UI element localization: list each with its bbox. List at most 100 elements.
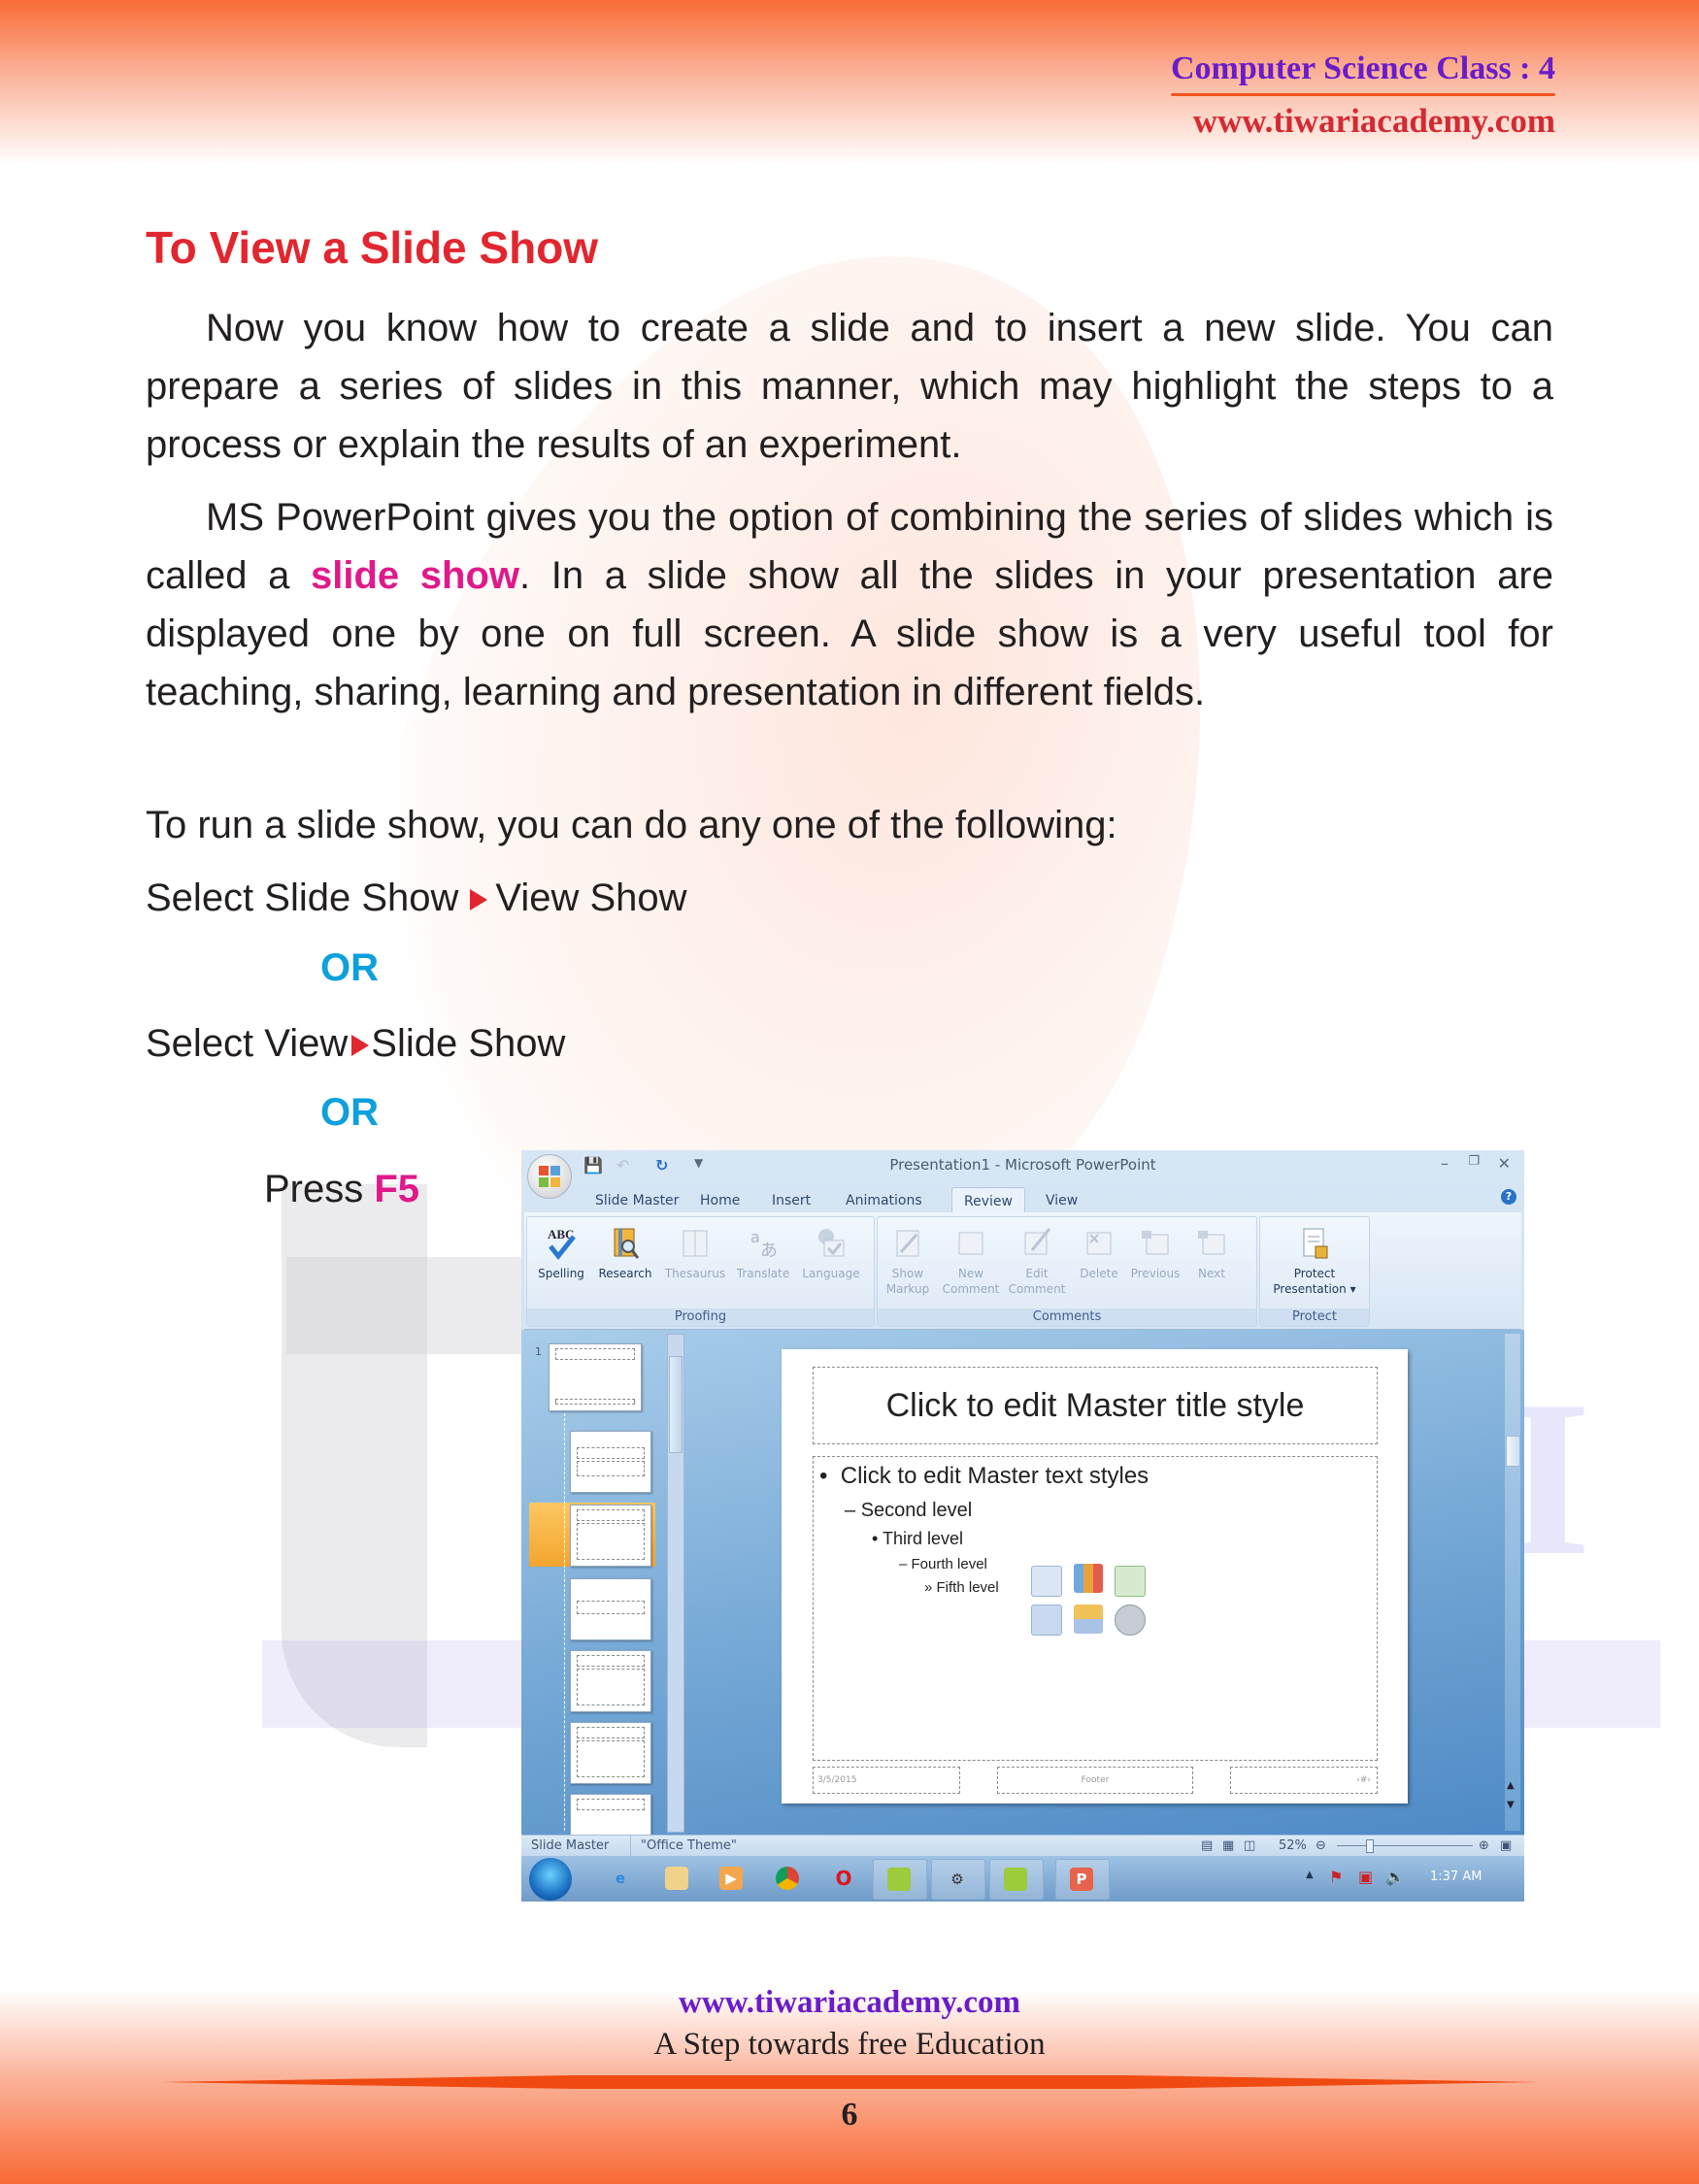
svg-text:あ: あ	[760, 1241, 778, 1261]
tab-slide-master[interactable]: Slide Master	[595, 1187, 679, 1214]
protect-presentation-label: Protect Presentation	[1273, 1267, 1347, 1296]
protect-presentation-button[interactable]: Protect Presentation ▾	[1266, 1225, 1363, 1297]
body-placeholder[interactable]: • Click to edit Master text styles – Sec…	[813, 1456, 1378, 1761]
zoom-level[interactable]: 52%	[1279, 1836, 1307, 1857]
close-button[interactable]: ✕	[1498, 1154, 1511, 1173]
opera-icon[interactable]: O	[832, 1867, 855, 1890]
chrome-icon[interactable]	[776, 1867, 799, 1890]
option-3: Press F5	[264, 1165, 419, 1213]
taskbar-clock[interactable]: 1:37 AM	[1430, 1870, 1482, 1884]
footer-placeholder[interactable]: Footer	[997, 1767, 1193, 1794]
previous-comment-button[interactable]: Previous	[1126, 1225, 1184, 1281]
slide-thumbnail[interactable]	[570, 1431, 651, 1493]
start-button[interactable]	[529, 1858, 572, 1901]
network-icon[interactable]: ▣	[1358, 1868, 1373, 1886]
slide-thumbnail[interactable]	[570, 1650, 651, 1712]
slide-sorter-icon[interactable]: ▦	[1222, 1836, 1234, 1857]
thesaurus-button[interactable]: Thesaurus	[661, 1225, 729, 1281]
option-1-menu: Select Slide Show	[146, 877, 459, 919]
app-icon	[887, 1868, 911, 1891]
language-button[interactable]: Language	[797, 1225, 865, 1281]
show-markup-icon	[896, 1230, 919, 1257]
comments-group-label: Comments	[878, 1308, 1256, 1326]
undo-icon[interactable]: ↶	[616, 1156, 629, 1175]
slide-number-placeholder[interactable]: ‹#›	[1230, 1767, 1378, 1794]
text-level-4: – Fourth level	[899, 1556, 987, 1572]
show-markup-button[interactable]: Show Markup	[878, 1225, 938, 1297]
scrollbar-thumb[interactable]	[669, 1356, 683, 1453]
tab-view[interactable]: View	[1046, 1187, 1078, 1214]
zoom-out-icon[interactable]: ⊖	[1316, 1836, 1326, 1857]
taskbar-app-button[interactable]: ⚙	[931, 1859, 985, 1900]
restore-button[interactable]: ❐	[1468, 1154, 1480, 1169]
arrow-right-icon	[470, 889, 488, 911]
protect-document-lock-icon	[1303, 1228, 1328, 1259]
insert-picture-icon[interactable]	[1031, 1605, 1062, 1636]
arrow-right-icon	[351, 1035, 370, 1057]
translate-label: Translate	[736, 1267, 790, 1280]
show-hidden-icons[interactable]: ▲	[1306, 1870, 1314, 1880]
previous-slide-icon[interactable]: ▲	[1507, 1780, 1515, 1791]
tab-review[interactable]: Review	[951, 1187, 1025, 1215]
insert-smartart-icon[interactable]	[1115, 1566, 1146, 1597]
slide-thumbnail[interactable]	[570, 1505, 651, 1567]
media-player-icon[interactable]: ▶	[719, 1867, 743, 1890]
thumbnail-scrollbar[interactable]	[667, 1334, 684, 1833]
protect-group-label: Protect	[1260, 1308, 1369, 1326]
date-placeholder[interactable]: 3/5/2015	[813, 1767, 960, 1794]
insert-table-icon[interactable]	[1031, 1566, 1062, 1597]
group-comments: Show Markup New Comment Edit Comment Del…	[877, 1216, 1257, 1327]
tab-insert[interactable]: Insert	[772, 1187, 811, 1214]
next-slide-icon[interactable]: ▼	[1507, 1800, 1515, 1810]
zoom-in-icon[interactable]: ⊕	[1479, 1836, 1489, 1857]
volume-icon[interactable]: 🔈	[1385, 1868, 1405, 1886]
new-comment-label: New Comment	[942, 1267, 1000, 1296]
scrollbar-thumb[interactable]	[1506, 1436, 1520, 1467]
slide-canvas: Click to edit Master title style • Click…	[782, 1349, 1408, 1803]
insert-clipart-icon[interactable]	[1074, 1605, 1103, 1634]
customize-qat-icon[interactable]: ▼	[694, 1156, 703, 1170]
internet-explorer-icon[interactable]: e	[609, 1867, 632, 1890]
translate-button[interactable]: aあ Translate	[729, 1225, 797, 1281]
help-icon[interactable]: ?	[1501, 1189, 1516, 1205]
redo-icon[interactable]: ↻	[655, 1156, 668, 1175]
slide-thumbnail[interactable]	[570, 1722, 651, 1784]
taskbar-app-button[interactable]	[989, 1859, 1044, 1900]
insert-chart-icon[interactable]	[1074, 1564, 1103, 1593]
normal-view-icon[interactable]: ▤	[1201, 1836, 1213, 1857]
research-book-icon	[614, 1228, 640, 1259]
thumbnail-connector	[564, 1413, 565, 1831]
next-comment-button[interactable]: Next	[1183, 1225, 1241, 1281]
office-logo-icon	[550, 1166, 560, 1175]
office-logo-icon	[539, 1177, 549, 1187]
file-explorer-icon[interactable]	[665, 1867, 688, 1890]
research-button[interactable]: Research	[591, 1225, 659, 1281]
zoom-slider[interactable]	[1337, 1845, 1473, 1846]
group-protect: Protect Presentation ▾ Protect	[1259, 1216, 1370, 1327]
flag-alert-icon[interactable]: ⚑	[1329, 1868, 1343, 1886]
title-placeholder[interactable]: Click to edit Master title style	[813, 1367, 1378, 1444]
new-comment-button[interactable]: New Comment	[938, 1225, 1004, 1297]
slide-thumbnail[interactable]	[570, 1578, 651, 1640]
slide-thumbnail[interactable]	[549, 1343, 642, 1411]
slide-scrollbar[interactable]: ▲ ▼	[1505, 1334, 1520, 1831]
fit-to-window-icon[interactable]: ▣	[1500, 1836, 1512, 1857]
delete-comment-button[interactable]: Delete	[1070, 1225, 1128, 1281]
tab-home[interactable]: Home	[700, 1187, 740, 1214]
insert-media-icon[interactable]	[1115, 1605, 1146, 1636]
office-logo-icon	[539, 1166, 549, 1175]
tab-animations[interactable]: Animations	[846, 1187, 922, 1214]
spelling-button[interactable]: ABC Spelling	[527, 1225, 595, 1281]
delete-comment-icon	[1086, 1232, 1112, 1255]
save-icon[interactable]: 💾	[583, 1156, 603, 1175]
minimize-button[interactable]: –	[1441, 1154, 1449, 1173]
office-button[interactable]	[527, 1154, 572, 1199]
edit-comment-button[interactable]: Edit Comment	[1004, 1225, 1070, 1297]
group-proofing: ABC Spelling Research Thesaurus aあ Trans…	[526, 1216, 875, 1327]
status-theme: "Office Theme"	[630, 1836, 737, 1857]
zoom-slider-thumb[interactable]	[1366, 1839, 1374, 1853]
slide-show-view-icon[interactable]: ◫	[1244, 1836, 1255, 1857]
taskbar-app-button[interactable]	[873, 1859, 927, 1900]
taskbar-powerpoint-button[interactable]: P	[1055, 1859, 1110, 1900]
paragraph-1: Now you know how to create a slide and t…	[146, 299, 1553, 474]
